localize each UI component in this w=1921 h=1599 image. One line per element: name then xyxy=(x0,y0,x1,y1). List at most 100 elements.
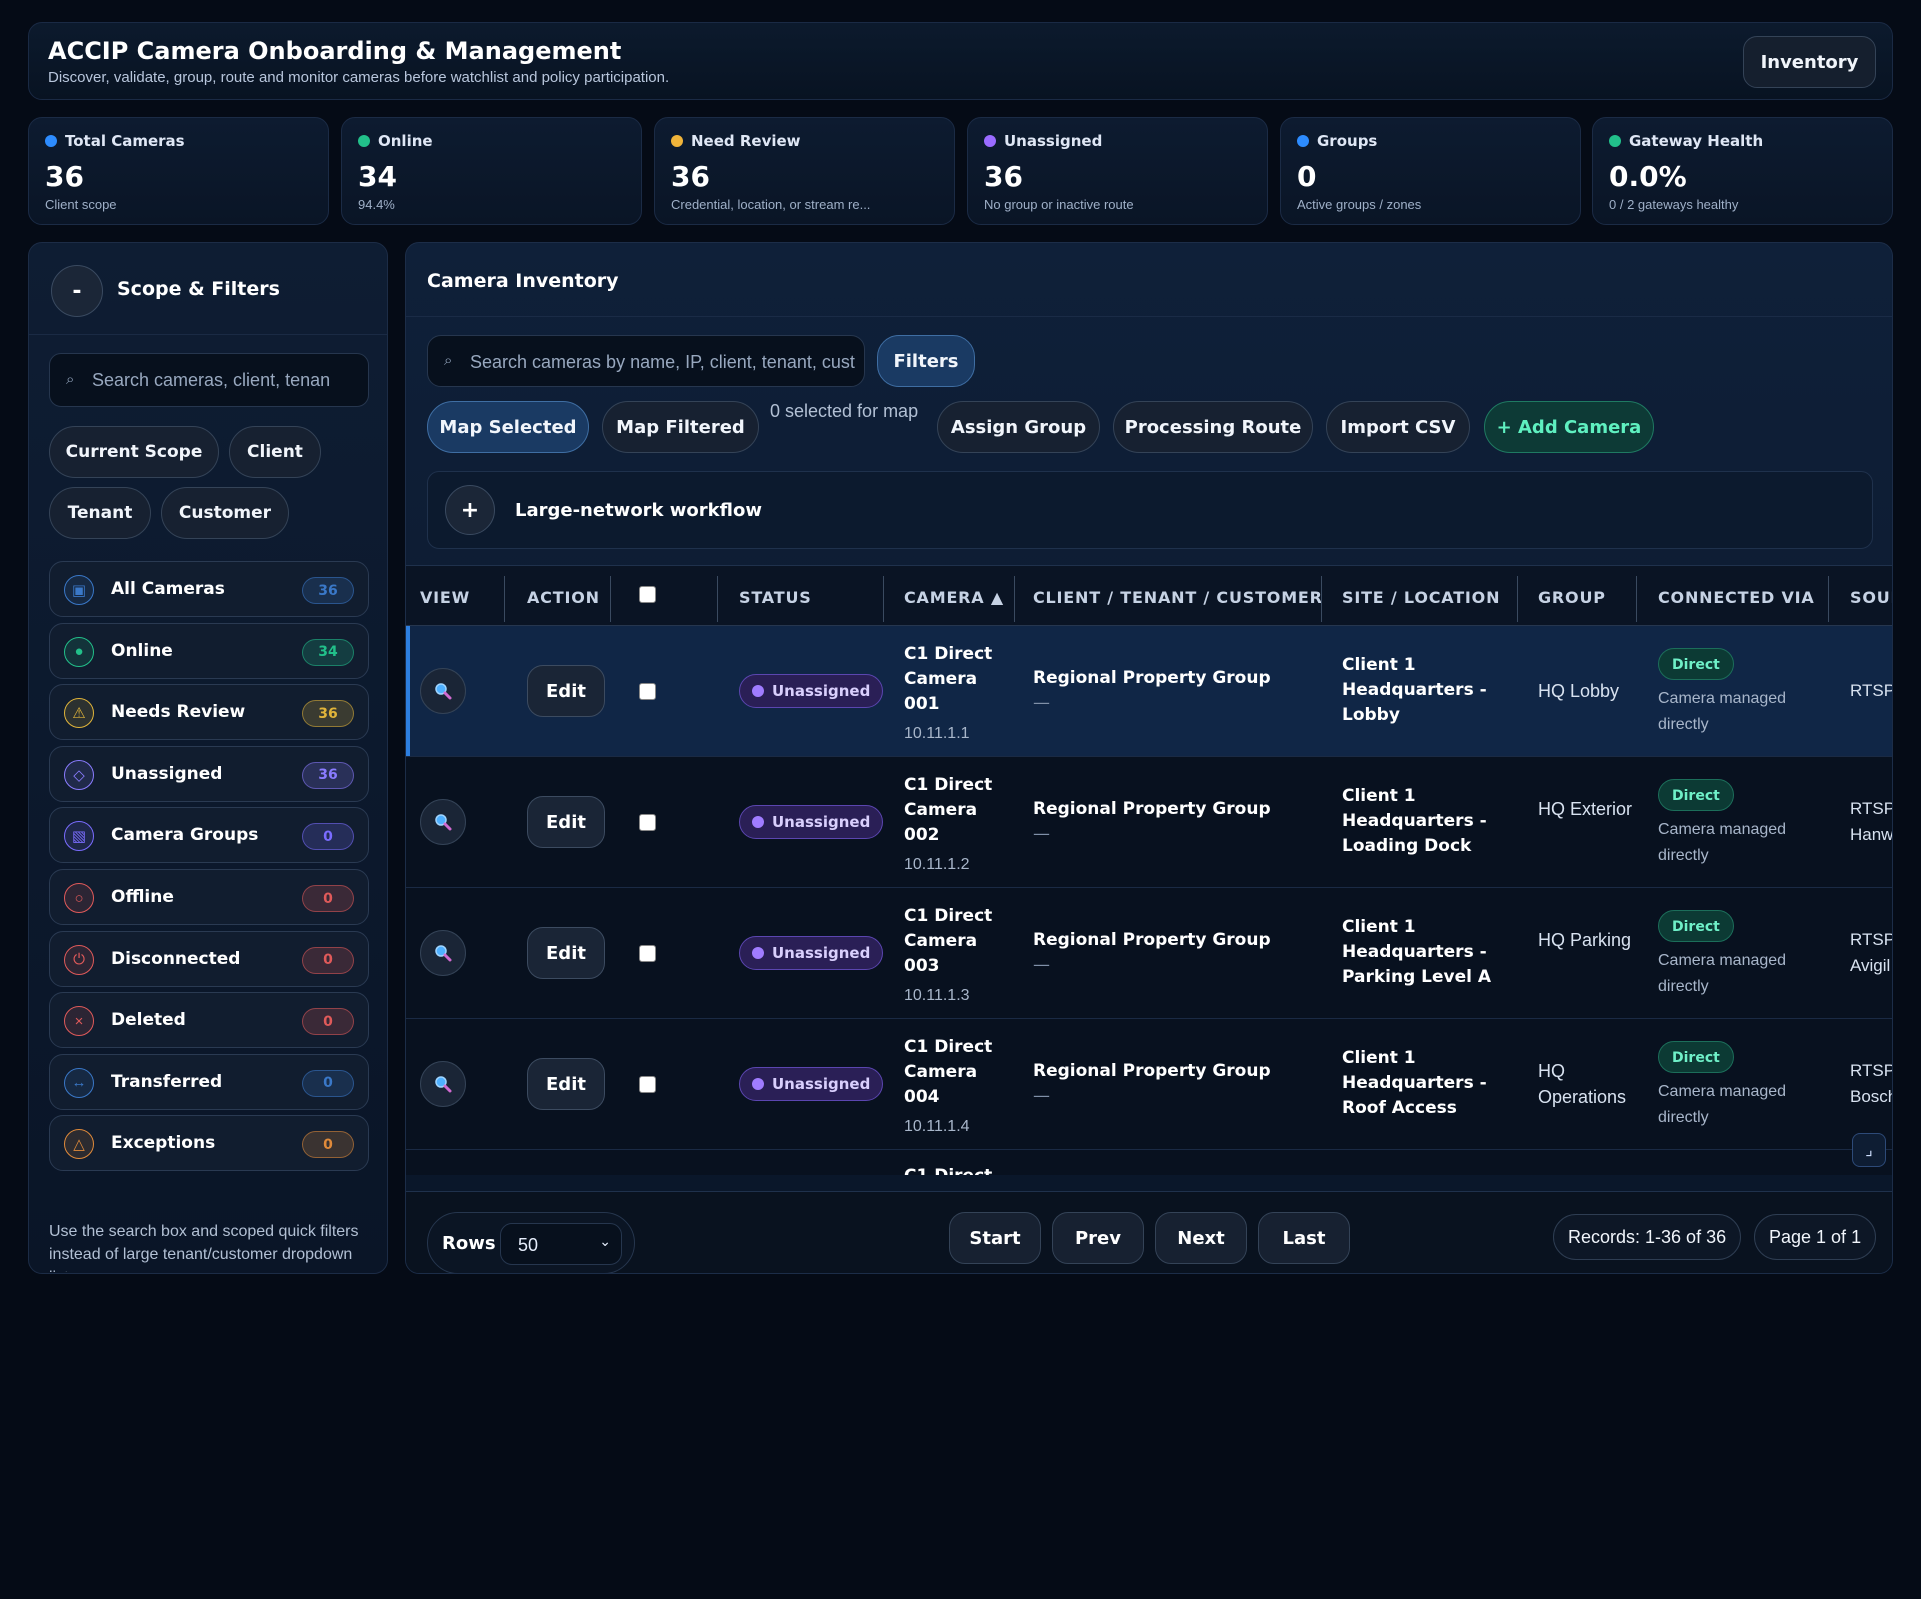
add-camera-button[interactable]: + Add Camera xyxy=(1484,401,1654,453)
magnifier-icon xyxy=(435,945,452,962)
camera-name[interactable]: C1 Direct Camera 003 10.11.1.3 xyxy=(904,904,1014,1008)
column-resizer[interactable] xyxy=(610,576,611,622)
view-camera-button[interactable] xyxy=(420,799,466,845)
quick-filter-count: 0 xyxy=(302,885,354,912)
rows-label: Rows xyxy=(442,1233,496,1254)
row-select-checkbox[interactable] xyxy=(639,814,656,831)
map-filtered-button[interactable]: Map Filtered xyxy=(602,401,759,453)
stat-label: Need Review xyxy=(671,132,801,150)
prev-page-button[interactable]: Prev xyxy=(1052,1212,1144,1264)
inventory-search-input[interactable] xyxy=(470,348,855,376)
view-camera-button[interactable] xyxy=(420,668,466,714)
site-cell: Client 1 Headquarters - Lobby xyxy=(1342,655,1487,725)
chip-client[interactable]: Client xyxy=(229,426,321,478)
table-footer: Rows 50 ⌄ Start Prev Next Last Records: … xyxy=(406,1191,1892,1273)
stat-value: 36 xyxy=(45,160,84,193)
resize-handle-icon[interactable]: ⌟ xyxy=(1852,1133,1886,1167)
col-connected-via[interactable]: CONNECTED VIA xyxy=(1658,588,1815,607)
last-page-button[interactable]: Last xyxy=(1258,1212,1350,1264)
quick-filter-camera-groups[interactable]: ▧ Camera Groups 0 xyxy=(49,807,369,864)
site-cell: Client 1 Headquarters - Roof Access xyxy=(1342,1048,1487,1118)
edit-camera-button[interactable]: Edit xyxy=(527,927,605,979)
quick-filter-all-cameras[interactable]: ▣ All Cameras 36 xyxy=(49,561,369,617)
collapse-sidebar-button[interactable]: - xyxy=(51,265,103,317)
status-badge: Unassigned xyxy=(739,936,884,970)
stat-card: Total Cameras 36 Client scope xyxy=(28,117,329,225)
column-resizer[interactable] xyxy=(1828,576,1829,622)
col-source[interactable]: SOUR xyxy=(1850,588,1892,607)
col-status[interactable]: STATUS xyxy=(739,588,812,607)
column-resizer[interactable] xyxy=(717,576,718,622)
site-cell: Client 1 Headquarters - Parking Level A xyxy=(1342,917,1492,987)
row-select-checkbox[interactable] xyxy=(639,1076,656,1093)
rows-per-page: Rows 50 ⌄ xyxy=(427,1212,635,1273)
client-cell: Regional Property Group — xyxy=(1033,930,1271,975)
quick-filter-count: 0 xyxy=(302,1008,354,1036)
edit-camera-button[interactable]: Edit xyxy=(527,665,605,717)
inventory-search: ⌕ xyxy=(427,335,865,387)
camera-table: VIEW ACTION STATUS CAMERA ▲ CLIENT / TEN… xyxy=(406,565,1892,1175)
processing-route-button[interactable]: Processing Route xyxy=(1113,401,1313,453)
filters-button[interactable]: Filters xyxy=(877,335,975,387)
assign-group-button[interactable]: Assign Group xyxy=(937,401,1100,453)
sidebar-search-input[interactable] xyxy=(92,366,357,394)
column-resizer[interactable] xyxy=(1014,576,1015,622)
start-page-button[interactable]: Start xyxy=(949,1212,1041,1264)
view-camera-button[interactable] xyxy=(420,930,466,976)
quick-filter-disconnected[interactable]: ⏻ Disconnected 0 xyxy=(49,930,369,987)
view-camera-button[interactable] xyxy=(420,1061,466,1107)
col-site-location[interactable]: SITE / LOCATION xyxy=(1342,588,1500,607)
camera-name[interactable]: C1 Direct Camera 002 10.11.1.2 xyxy=(904,773,1014,877)
edit-camera-button[interactable]: Edit xyxy=(527,796,605,848)
col-action[interactable]: ACTION xyxy=(527,588,600,607)
quick-filter-exceptions[interactable]: △ Exceptions 0 xyxy=(49,1115,369,1172)
quick-filter-deleted[interactable]: × Deleted 0 xyxy=(49,992,369,1049)
camera-name[interactable]: C1 Direct Camera 001 10.11.1.1 xyxy=(904,642,1014,746)
import-csv-button[interactable]: Import CSV xyxy=(1326,401,1470,453)
column-resizer[interactable] xyxy=(1636,576,1637,622)
col-group[interactable]: GROUP xyxy=(1538,588,1606,607)
quick-filter-unassigned[interactable]: ◇ Unassigned 36 xyxy=(49,745,369,802)
quick-filter-label: Offline xyxy=(111,887,174,907)
sidebar-search: ⌕ xyxy=(49,353,369,407)
rows-per-page-select[interactable]: 50 ⌄ xyxy=(500,1223,622,1265)
quick-filter-online[interactable]: ● Online 34 xyxy=(49,622,369,679)
chip-tenant[interactable]: Tenant xyxy=(49,487,151,539)
group-cell: HQ Exterior xyxy=(1538,799,1633,819)
table-row-partial[interactable]: C1 Direct xyxy=(406,1150,1892,1175)
table-row[interactable]: Edit Unassigned C1 Direct Camera 003 10.11.… xyxy=(406,888,1892,1019)
row-select-checkbox[interactable] xyxy=(639,683,656,700)
column-resizer[interactable] xyxy=(883,576,884,622)
quick-filter-label: Needs Review xyxy=(111,702,246,723)
inventory-title: Camera Inventory xyxy=(427,270,619,292)
list-icon: ▣ xyxy=(64,575,94,605)
table-row[interactable]: Edit Unassigned C1 Direct Camera 002 10.11.… xyxy=(406,757,1892,888)
site-cell: Client 1 Headquarters - Loading Dock xyxy=(1342,786,1487,856)
map-selected-button[interactable]: Map Selected xyxy=(427,401,589,453)
expand-workflow-button[interactable]: + xyxy=(445,485,495,535)
stat-label: Online xyxy=(358,132,433,150)
select-all-checkbox[interactable] xyxy=(639,586,656,603)
records-count: Records: 1-36 of 36 xyxy=(1553,1214,1742,1260)
magnifier-icon xyxy=(435,814,452,831)
col-view[interactable]: VIEW xyxy=(420,588,470,607)
quick-filter-transferred[interactable]: ↔ Transferred 0 xyxy=(49,1053,369,1110)
table-row[interactable]: Edit Unassigned C1 Direct Camera 001 10.11.… xyxy=(406,626,1892,757)
quick-filter-offline[interactable]: ○ Offline 0 xyxy=(49,869,369,925)
chip-customer[interactable]: Customer xyxy=(161,487,289,539)
camera-name[interactable]: C1 Direct Camera 004 10.11.1.4 xyxy=(904,1035,1014,1139)
column-resizer[interactable] xyxy=(504,576,505,622)
table-row[interactable]: Edit Unassigned C1 Direct Camera 004 10.11.… xyxy=(406,1019,1892,1150)
chip-current-scope[interactable]: Current Scope xyxy=(49,426,219,478)
row-select-checkbox[interactable] xyxy=(639,945,656,962)
triangle-icon: △ xyxy=(64,1129,94,1160)
column-resizer[interactable] xyxy=(1517,576,1518,622)
col-camera[interactable]: CAMERA ▲ xyxy=(904,588,1004,607)
diamond-icon: ◇ xyxy=(64,759,94,790)
quick-filter-needs-review[interactable]: ⚠ Needs Review 36 xyxy=(49,684,369,741)
column-resizer[interactable] xyxy=(1321,576,1322,622)
edit-camera-button[interactable]: Edit xyxy=(527,1058,605,1110)
col-client-tenant-customer[interactable]: CLIENT / TENANT / CUSTOMER xyxy=(1033,588,1323,607)
next-page-button[interactable]: Next xyxy=(1155,1212,1247,1264)
inventory-button[interactable]: Inventory xyxy=(1743,36,1876,88)
